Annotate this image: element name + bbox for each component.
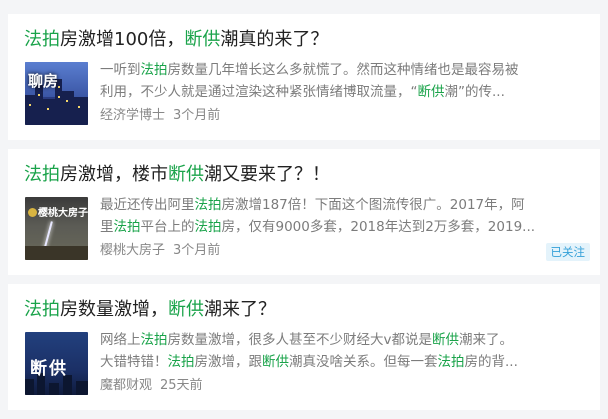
keyword-highlight: 断供 [168,299,204,320]
article-card[interactable]: 法拍房激增，楼市断供潮又要来了？！ 樱桃大房子 最近还传出阿里法拍房激增187倍… [8,149,600,275]
article-meta: 魔都财观 25天前 [100,377,203,395]
title-text: 房激增100倍， [60,29,185,50]
article-snippet: 最近还传出阿里法拍房激增187倍！下面这个图流传很广。2017年，阿 里法拍平台… [100,197,536,235]
title-text: 潮真的来了？ [220,29,329,50]
article-thumbnail[interactable]: 樱桃大房子 [25,197,88,260]
article-thumbnail[interactable]: 聊房 [25,62,88,125]
thumbnail-caption: 聊房 [28,72,59,90]
keyword-highlight: 断供 [184,29,221,50]
article-meta: 樱桃大房子 3个月前 [100,242,220,260]
article-card[interactable]: 法拍房数量激增，断供潮来了？ 断供 网络上法拍房数量激增，很多人甚至不少财经大v… [8,284,600,410]
title-text: 房激增，楼市 [60,164,168,185]
article-feed: 法拍房激增100倍，断供潮真的来了？ 聊房 一听到法拍房数量几年增长这么多就慌了… [0,0,608,419]
source-name[interactable]: 樱桃大房子 [100,243,165,258]
article-title[interactable]: 法拍房数量激增，断供潮来了？ [24,296,584,324]
keyword-highlight: 法拍 [24,29,60,50]
article-title[interactable]: 法拍房激增100倍，断供潮真的来了？ [24,26,584,54]
keyword-highlight: 断供 [168,164,204,185]
publish-time: 3个月前 [173,108,221,123]
keyword-highlight: 法拍 [24,164,60,185]
article-meta: 经济学博士 3个月前 [100,107,220,125]
keyword-highlight: 法拍 [24,299,60,320]
title-text: 潮又要来了？！ [204,164,330,185]
title-text: 房数量激增， [60,299,168,320]
source-name[interactable]: 经济学博士 [100,108,165,123]
logo-icon [28,208,37,217]
article-snippet: 一听到法拍房数量几年增长这么多就慌了。然而这种情绪也是最容易被 利用，不少人就是… [100,62,519,100]
article-thumbnail[interactable]: 断供 [25,332,88,395]
source-name[interactable]: 魔都财观 [100,378,152,393]
publish-time: 25天前 [160,378,203,393]
publish-time: 3个月前 [173,243,221,258]
followed-badge[interactable]: 已关注 [545,243,590,261]
thumbnail-caption: 断供 [30,359,68,379]
article-title[interactable]: 法拍房激增，楼市断供潮又要来了？！ [24,161,584,189]
article-snippet: 网络上法拍房数量激增，很多人甚至不少财经大v都说是断供潮来了。 大错特错！法拍房… [100,332,518,370]
title-text: 潮来了？ [204,299,276,320]
thumbnail-caption: 樱桃大房子 [28,204,88,219]
article-card[interactable]: 法拍房激增100倍，断供潮真的来了？ 聊房 一听到法拍房数量几年增长这么多就慌了… [8,14,600,140]
